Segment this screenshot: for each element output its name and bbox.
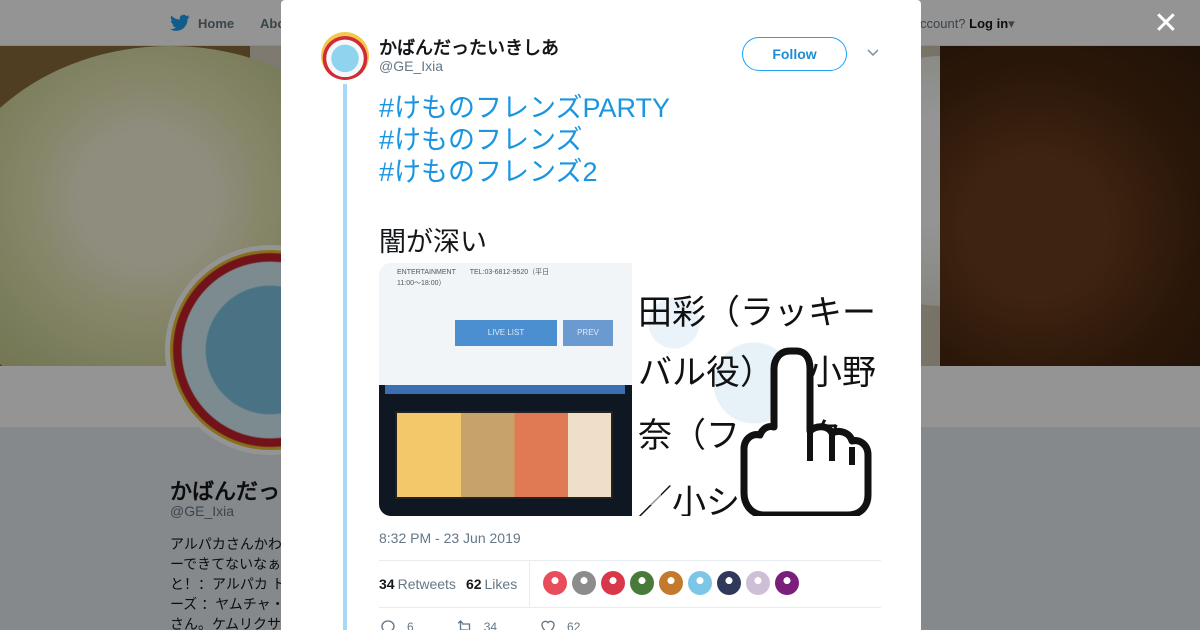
divider	[379, 607, 881, 608]
likes-stat[interactable]: 62 Likes	[466, 576, 517, 592]
hashtag-link[interactable]: #けものフレンズ2	[379, 156, 670, 188]
retweets-stat[interactable]: 34 Retweets	[379, 576, 456, 592]
likes-label: Likes	[484, 576, 518, 592]
liker-avatar[interactable]	[572, 571, 596, 595]
stats-separator	[529, 561, 530, 607]
reply-icon	[381, 620, 395, 630]
likes-count: 62	[465, 576, 482, 592]
liker-avatar[interactable]	[659, 571, 683, 595]
pointing-hand-icon	[740, 347, 872, 516]
tweet-media[interactable]: ENTERTAINMENT TEL:03-6812-9520（平日 11:00〜…	[379, 263, 881, 516]
tweet-modal: かばんだったいきしあ @GE_Ixia Follow #けものフレンズPARTY…	[281, 0, 921, 630]
media-live-list-button: LIVE LIST	[455, 320, 557, 346]
tweet-timestamp[interactable]: 8:32 PM - 23 Jun 2019	[379, 530, 521, 546]
media-caption: ENTERTAINMENT TEL:03-6812-9520（平日 11:00〜…	[397, 269, 550, 287]
heart-icon	[541, 620, 555, 630]
retweets-count: 34	[379, 576, 395, 592]
media-text-line: 田彩（ラッキー	[638, 293, 876, 333]
reply-button[interactable]: 6	[379, 618, 414, 630]
liker-avatar[interactable]	[775, 571, 799, 595]
media-image-right[interactable]: 田彩（ラッキー バル役）／小野 奈（フ ルク ／小シ （	[634, 263, 881, 516]
liker-avatar[interactable]	[717, 571, 741, 595]
like-count: 62	[567, 620, 581, 630]
thread-line	[343, 84, 347, 630]
author-handle[interactable]: @GE_Ixia	[379, 58, 443, 74]
follow-button[interactable]: Follow	[742, 37, 847, 71]
tweet-stats: 34 Retweets 62 Likes	[379, 562, 527, 606]
retweet-button[interactable]: 34	[456, 618, 497, 630]
retweets-label: Retweets	[397, 576, 456, 592]
like-button[interactable]: 62	[539, 618, 580, 630]
liker-avatar[interactable]	[746, 571, 770, 595]
author-name[interactable]: かばんだったいきしあ	[379, 34, 559, 60]
liker-avatar[interactable]	[630, 571, 654, 595]
more-options-chevron-icon[interactable]	[863, 44, 883, 64]
media-image-left[interactable]: ENTERTAINMENT TEL:03-6812-9520（平日 11:00〜…	[379, 263, 632, 516]
alt-text-icon: ☺	[641, 489, 661, 505]
media-prev-button: PREV	[563, 320, 613, 346]
liker-avatar[interactable]	[601, 571, 625, 595]
divider	[379, 560, 881, 561]
close-icon[interactable]: ✕	[1150, 8, 1182, 40]
reply-count: 6	[407, 620, 414, 630]
retweet-count: 34	[483, 620, 498, 630]
media-screen	[379, 385, 632, 516]
liker-avatars	[543, 571, 799, 595]
liker-avatar[interactable]	[543, 571, 567, 595]
hashtag-link[interactable]: #けものフレンズPARTY	[379, 92, 670, 124]
hashtag-link[interactable]: #けものフレンズ	[379, 124, 670, 156]
tweet-hashtags: #けものフレンズPARTY #けものフレンズ #けものフレンズ2	[379, 92, 670, 188]
liker-avatar[interactable]	[688, 571, 712, 595]
author-avatar[interactable]	[321, 32, 369, 80]
retweet-icon	[457, 620, 470, 630]
media-strip	[385, 385, 625, 394]
tweet-actions: 6 34 62	[379, 618, 622, 630]
tweet-text: 闇が深い	[379, 227, 487, 257]
media-artwork	[395, 411, 613, 499]
